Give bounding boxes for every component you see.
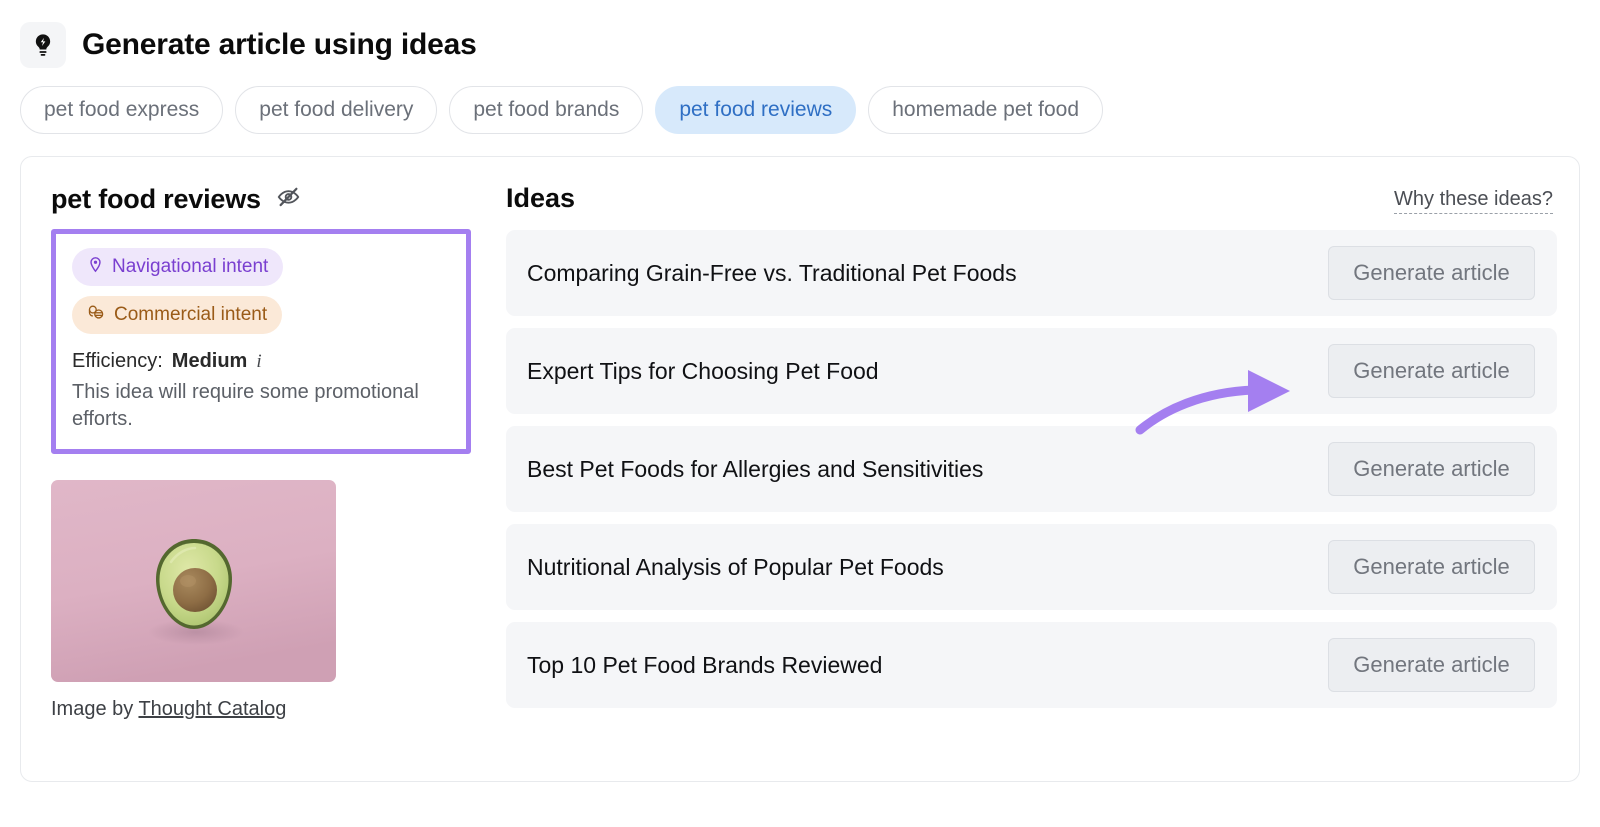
idea-title: Expert Tips for Choosing Pet Food: [527, 357, 879, 384]
keyword-title-row: pet food reviews: [51, 183, 471, 215]
generate-article-button[interactable]: Generate article: [1328, 442, 1535, 496]
image-credit-author-link[interactable]: Thought Catalog: [138, 698, 286, 720]
why-these-ideas-link[interactable]: Why these ideas?: [1394, 188, 1553, 214]
keyword-title: pet food reviews: [51, 183, 261, 214]
info-icon[interactable]: i: [256, 352, 261, 371]
keyword-pill-pet-food-delivery[interactable]: pet food delivery: [235, 86, 438, 134]
efficiency-row: Efficiency: Medium i: [72, 350, 450, 373]
ideas-header: Ideas Why these ideas?: [506, 183, 1557, 214]
image-credit: Image by Thought Catalog: [51, 698, 471, 721]
idea-title: Best Pet Foods for Allergies and Sensiti…: [527, 455, 984, 482]
keyword-pill-pet-food-reviews[interactable]: pet food reviews: [655, 86, 857, 134]
page-header: Generate article using ideas: [0, 0, 1600, 68]
keyword-pill-row: pet food express pet food delivery pet f…: [0, 68, 1600, 134]
idea-title: Nutritional Analysis of Popular Pet Food…: [527, 553, 944, 580]
main-content-card: pet food reviews Navigational intent Com…: [20, 156, 1580, 782]
coins-icon: [87, 304, 106, 327]
lightbulb-bolt-icon: [20, 22, 66, 68]
idea-row: Best Pet Foods for Allergies and Sensiti…: [506, 426, 1557, 512]
badge-label-navigational: Navigational intent: [112, 256, 269, 277]
status-badge-navigational-intent: Navigational intent: [72, 248, 284, 286]
keyword-pill-pet-food-brands[interactable]: pet food brands: [449, 86, 644, 134]
page-title: Generate article using ideas: [82, 28, 477, 61]
badge-label-commercial: Commercial intent: [114, 304, 268, 325]
image-credit-prefix: Image by: [51, 698, 134, 720]
generate-article-button[interactable]: Generate article: [1328, 638, 1535, 692]
status-badge-commercial-intent: Commercial intent: [72, 296, 283, 334]
keyword-detail-panel: pet food reviews Navigational intent Com…: [51, 183, 471, 759]
map-pin-icon: [87, 256, 104, 279]
generate-article-button[interactable]: Generate article: [1328, 344, 1535, 398]
ideas-title: Ideas: [506, 183, 576, 213]
eye-off-icon[interactable]: [275, 183, 302, 215]
idea-row: Expert Tips for Choosing Pet Food Genera…: [506, 328, 1557, 414]
idea-title: Top 10 Pet Food Brands Reviewed: [527, 651, 883, 678]
keyword-illustration-image: [51, 480, 336, 682]
idea-row: Comparing Grain-Free vs. Traditional Pet…: [506, 230, 1557, 316]
idea-title: Comparing Grain-Free vs. Traditional Pet…: [527, 259, 1017, 286]
keyword-pill-pet-food-express[interactable]: pet food express: [20, 86, 224, 134]
efficiency-value: Medium: [171, 350, 248, 372]
idea-row: Top 10 Pet Food Brands Reviewed Generate…: [506, 622, 1557, 708]
intent-highlight-box: Navigational intent Commercial intent Ef…: [51, 229, 471, 454]
keyword-pill-homemade-pet-food[interactable]: homemade pet food: [868, 86, 1104, 134]
intent-description: This idea will require some promotional …: [72, 381, 419, 430]
generate-article-button[interactable]: Generate article: [1328, 540, 1535, 594]
idea-row: Nutritional Analysis of Popular Pet Food…: [506, 524, 1557, 610]
generate-article-button[interactable]: Generate article: [1328, 246, 1535, 300]
ideas-panel: Ideas Why these ideas? Comparing Grain-F…: [497, 183, 1557, 759]
efficiency-label: Efficiency:: [72, 350, 163, 372]
